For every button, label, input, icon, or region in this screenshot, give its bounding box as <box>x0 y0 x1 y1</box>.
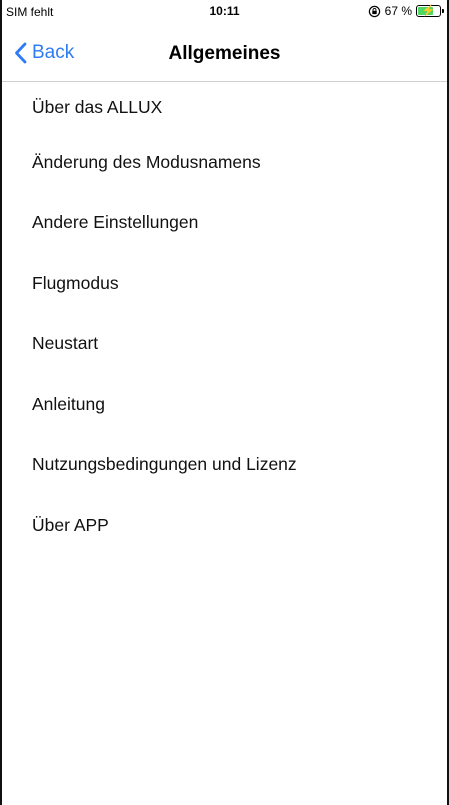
list-item-label: Neustart <box>32 333 99 354</box>
list-item-flugmodus[interactable]: Flugmodus <box>2 253 447 314</box>
list-item-label: Nutzungsbedingungen und Lizenz <box>32 454 297 475</box>
chevron-left-icon <box>15 42 27 64</box>
list-item-label: Über APP <box>32 514 109 535</box>
rotation-lock-icon <box>368 5 380 17</box>
charging-bolt-icon: ⚡ <box>421 5 436 17</box>
list-item-label: Flugmodus <box>32 272 119 293</box>
page-title: Allgemeines <box>168 43 281 64</box>
back-button[interactable]: Back <box>14 42 74 64</box>
list-item-neustart[interactable]: Neustart <box>2 314 447 375</box>
list-item-anleitung[interactable]: Anleitung <box>2 374 447 435</box>
phone-screen: SIM fehlt 10:11 67 % ⚡ Back Allgemeines <box>0 0 449 805</box>
list-item-nutzungsbedingungen[interactable]: Nutzungsbedingungen und Lizenz <box>2 435 447 496</box>
carrier-label: SIM fehlt <box>6 5 54 19</box>
list-item-label: Änderung des Modusnamens <box>32 151 261 172</box>
list-item-ueber-allux[interactable]: Über das ALLUX <box>2 82 447 132</box>
battery-percentage: 67 % <box>384 4 412 18</box>
list-item-ueber-app[interactable]: Über APP <box>2 495 447 556</box>
list-item-label: Über das ALLUX <box>32 96 163 117</box>
list-item-andere-einstellungen[interactable]: Andere Einstellungen <box>2 193 447 254</box>
list-item-label: Andere Einstellungen <box>32 212 199 233</box>
settings-list: Über das ALLUX Änderung des Modusnamens … <box>2 82 447 556</box>
status-indicators: 67 % ⚡ <box>368 4 444 18</box>
back-label: Back <box>32 42 75 63</box>
list-item-label: Anleitung <box>32 393 105 414</box>
status-bar: SIM fehlt 10:11 67 % ⚡ <box>2 0 447 28</box>
navigation-bar: Back Allgemeines <box>2 28 447 82</box>
list-item-modusnamen[interactable]: Änderung des Modusnamens <box>2 132 447 193</box>
battery-charging-icon: ⚡ <box>416 5 444 17</box>
status-time: 10:11 <box>209 4 240 18</box>
battery-tip <box>442 9 444 13</box>
